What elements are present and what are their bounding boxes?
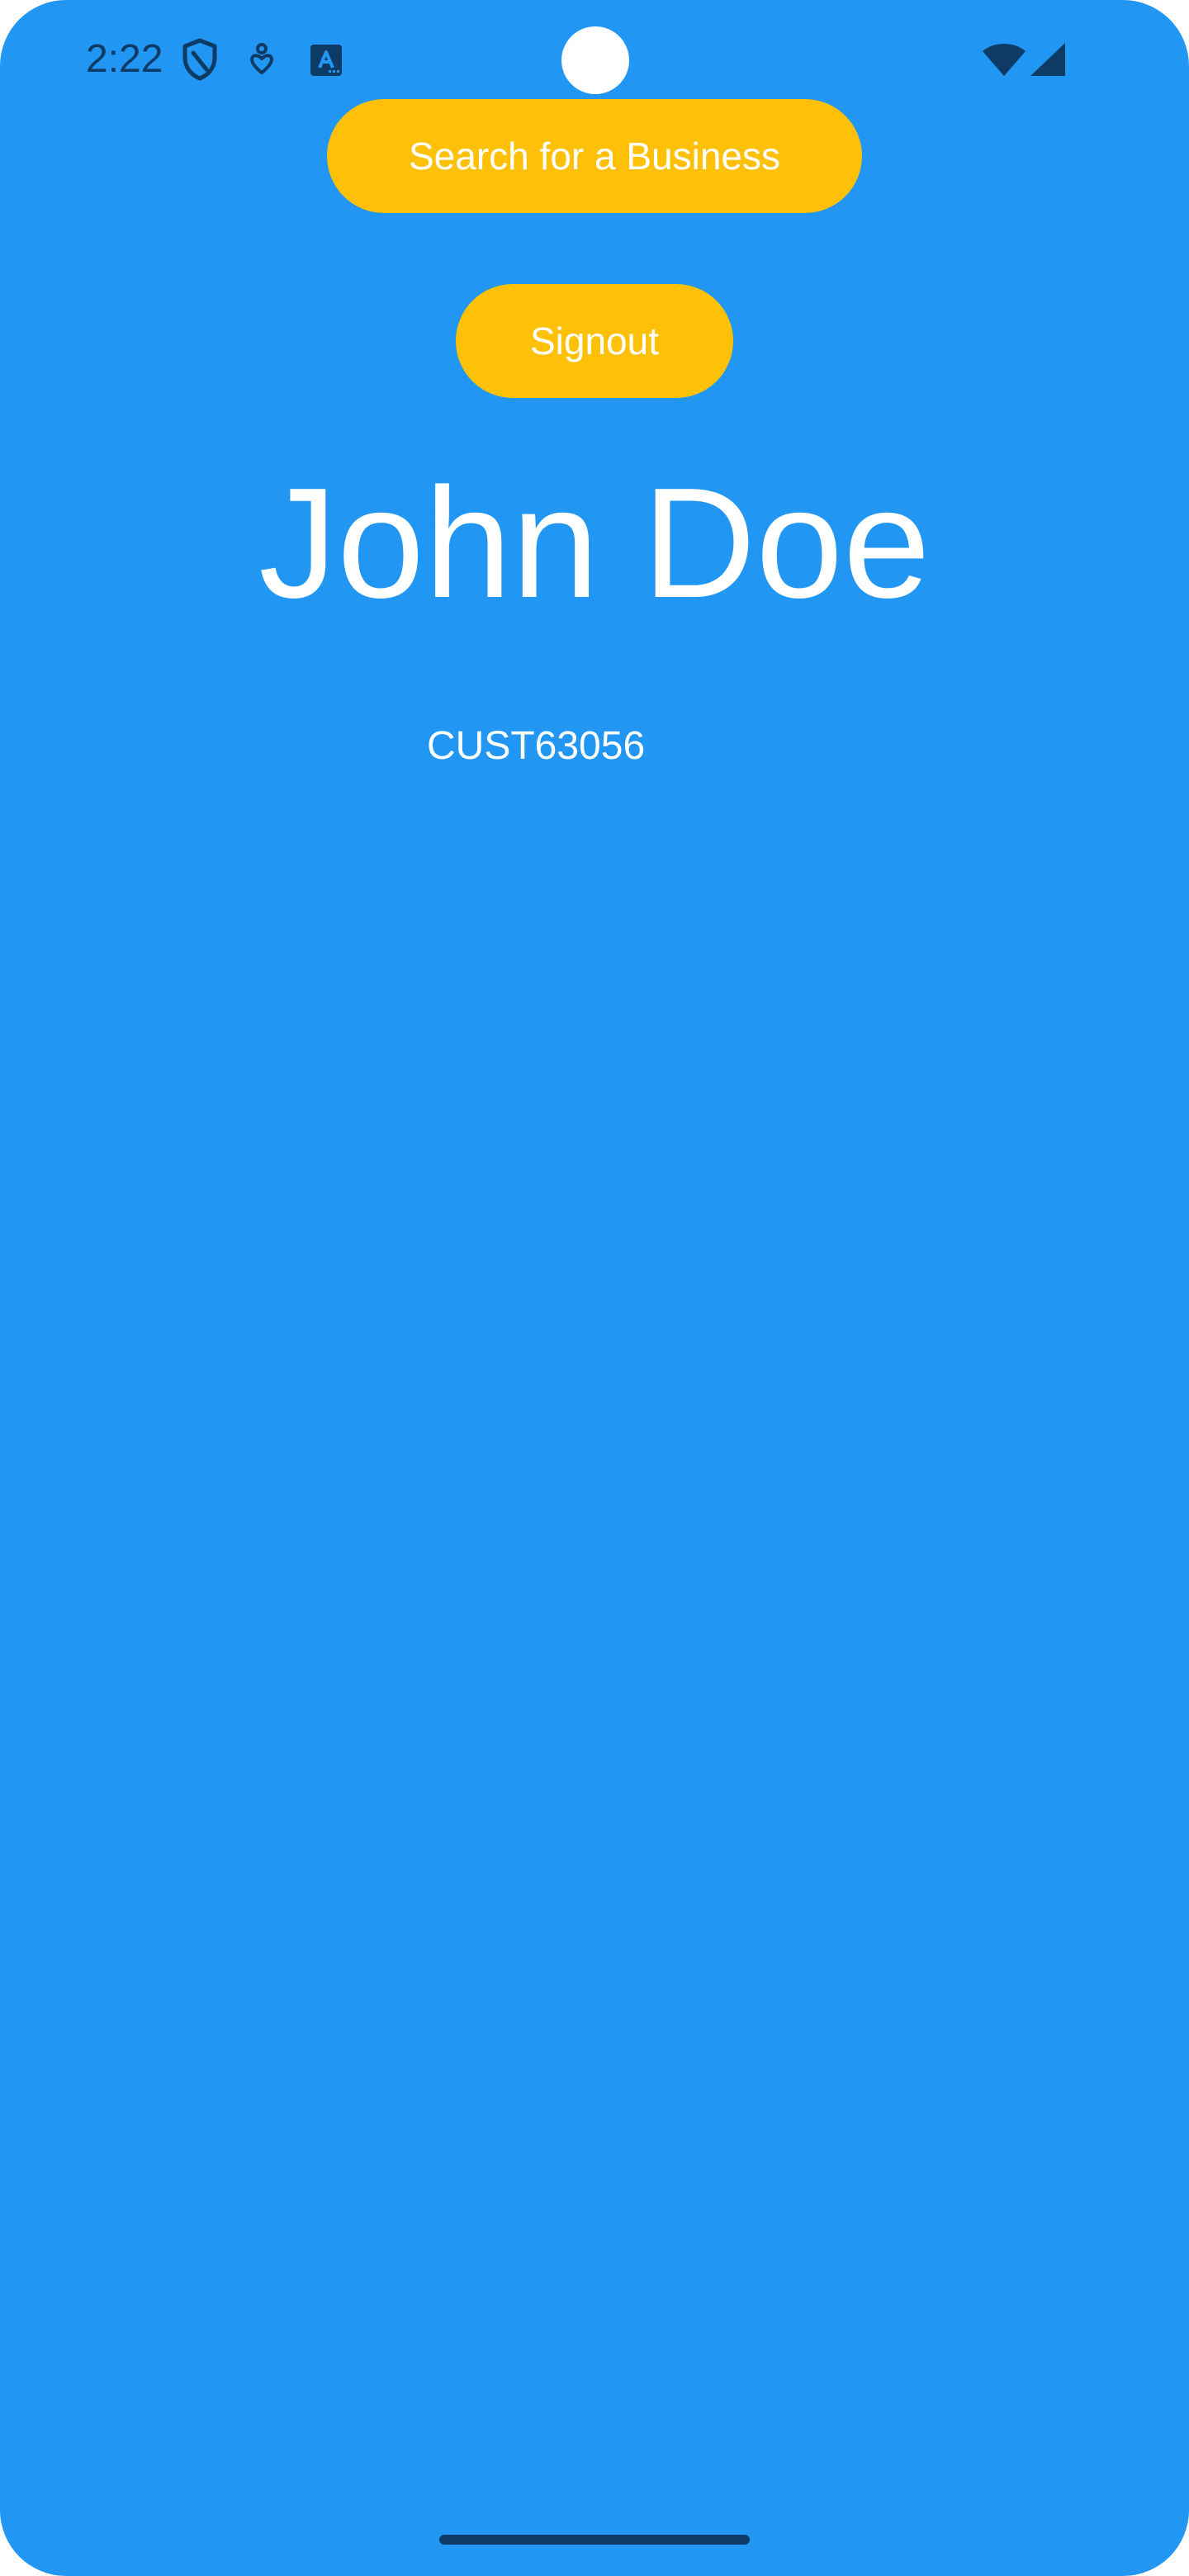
translate-icon xyxy=(310,45,342,76)
status-time: 2:22 xyxy=(86,37,163,81)
home-indicator[interactable] xyxy=(439,2535,750,2545)
signout-button[interactable]: Signout xyxy=(456,284,733,398)
user-name: John Doe xyxy=(258,456,931,631)
camera-cutout xyxy=(561,26,629,94)
customer-id: CUST63056 xyxy=(427,724,646,768)
search-business-button[interactable]: Search for a Business xyxy=(327,99,862,213)
signal-icon xyxy=(1030,43,1065,76)
shield-icon xyxy=(182,38,217,81)
wifi-icon xyxy=(983,44,1026,76)
app-screen: 2:22 Search for a Business Signout John … xyxy=(0,0,1189,2576)
health-icon xyxy=(250,43,273,74)
